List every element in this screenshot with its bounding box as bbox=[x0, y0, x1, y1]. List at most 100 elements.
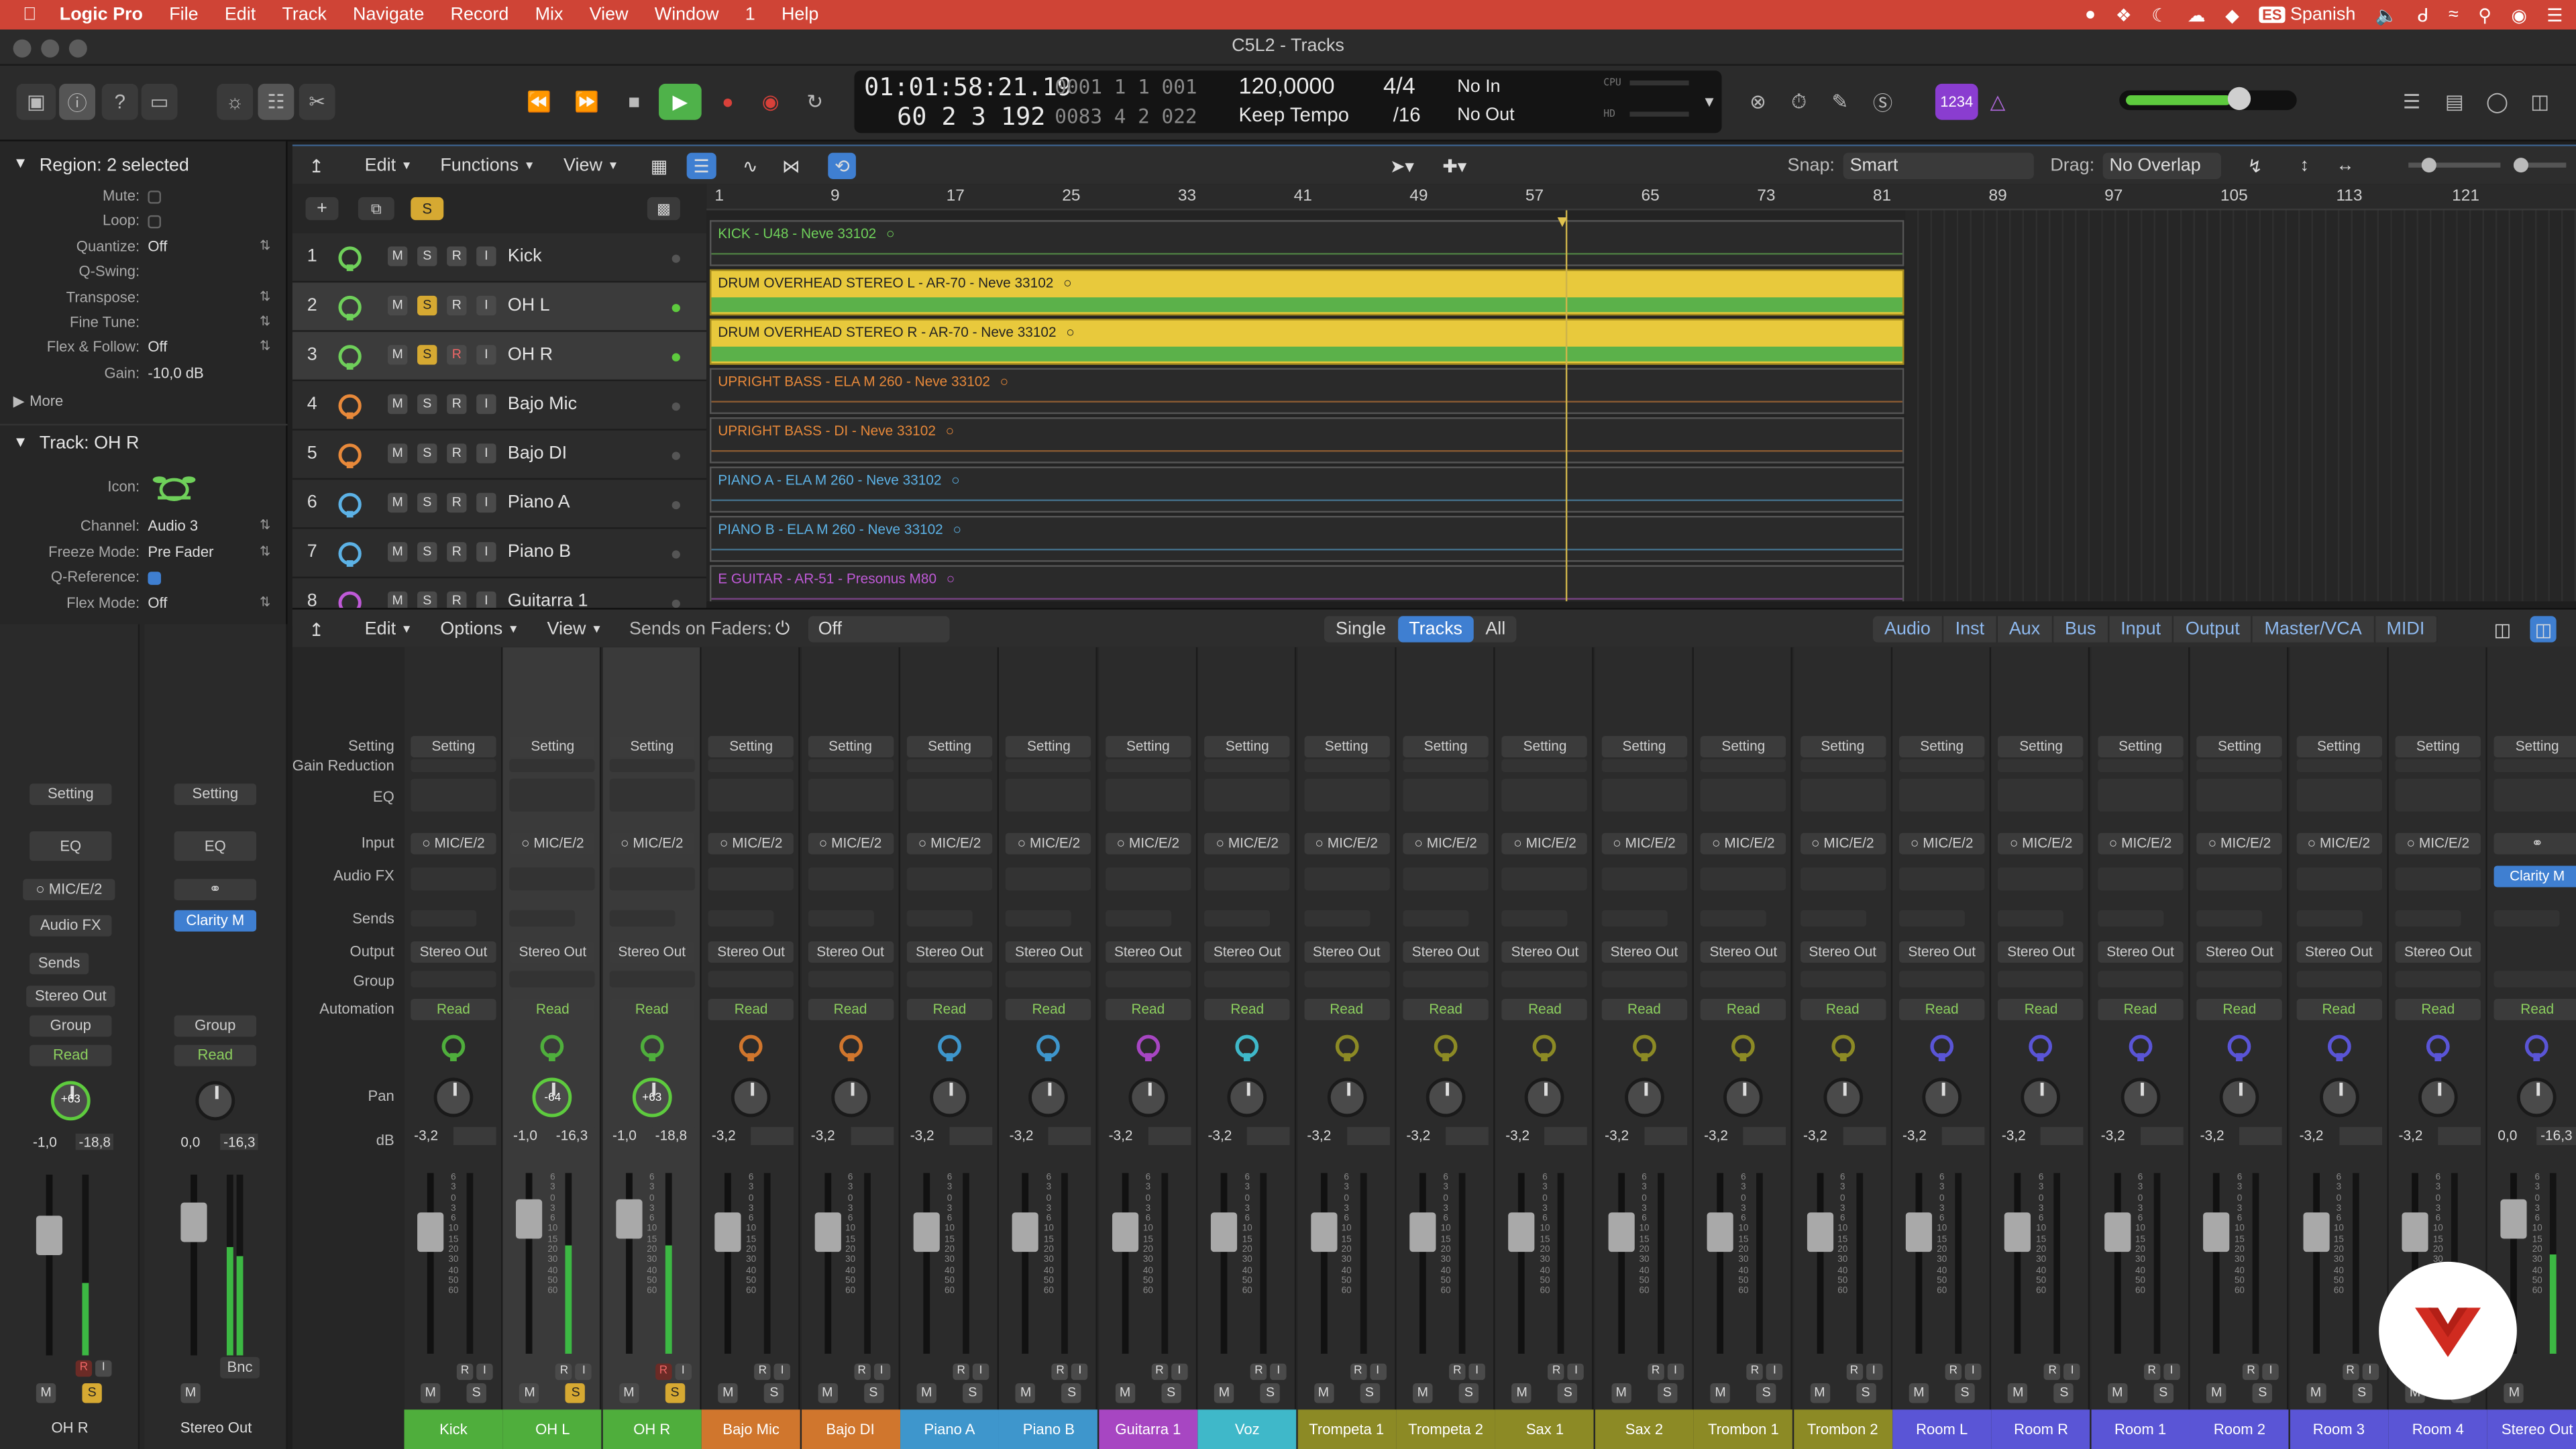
automation-mode[interactable]: Read bbox=[609, 998, 695, 1020]
input-monitor-button[interactable]: I bbox=[476, 246, 496, 266]
mute-button[interactable]: M bbox=[1016, 1383, 1036, 1403]
send-slot[interactable] bbox=[1105, 910, 1171, 927]
solo-button[interactable]: S bbox=[1856, 1383, 1876, 1403]
channel-icon[interactable] bbox=[2025, 1032, 2057, 1062]
input-monitor-button[interactable]: I bbox=[1071, 1363, 1089, 1381]
pan-knob[interactable] bbox=[2318, 1077, 2359, 1118]
input-slot[interactable]: ○ MIC/E/2 bbox=[1303, 833, 1389, 855]
input-monitor-button[interactable]: I bbox=[476, 542, 496, 562]
input-slot[interactable]: ○ MIC/E/2 bbox=[807, 833, 894, 855]
channel-icon[interactable] bbox=[2521, 1032, 2554, 1062]
channel-icon[interactable] bbox=[1330, 1032, 1363, 1062]
channel-name[interactable]: OH L bbox=[503, 1409, 602, 1449]
automation-mode[interactable]: Read bbox=[807, 998, 894, 1020]
group-slot[interactable] bbox=[2296, 971, 2382, 987]
output-slot[interactable]: Stereo Out bbox=[1502, 941, 1588, 963]
automation-mode[interactable]: Read bbox=[2097, 998, 2184, 1020]
record-enable-button[interactable]: R bbox=[447, 345, 467, 365]
eq-display[interactable] bbox=[1303, 778, 1389, 812]
solo-button[interactable]: S bbox=[417, 246, 437, 266]
replace-button[interactable]: ⊗ bbox=[1741, 84, 1774, 120]
mute-button[interactable]: M bbox=[36, 1383, 56, 1403]
volume-value[interactable]: -3,2 bbox=[811, 1127, 835, 1143]
volume-value[interactable]: -3,2 bbox=[1505, 1127, 1529, 1143]
mute-button[interactable]: M bbox=[718, 1383, 739, 1403]
channel-name[interactable]: Trombon 1 bbox=[1694, 1409, 1793, 1449]
group-slot[interactable] bbox=[1204, 971, 1290, 987]
record-enable-button[interactable]: R bbox=[953, 1363, 969, 1381]
channel-icon[interactable] bbox=[2223, 1032, 2256, 1062]
dropbox-icon[interactable]: ❖ bbox=[2116, 4, 2132, 25]
channel-icon[interactable] bbox=[2422, 1032, 2455, 1062]
pan-knob[interactable] bbox=[1326, 1077, 1366, 1118]
volume-fader-track[interactable] bbox=[1617, 1173, 1625, 1354]
notepad-button[interactable]: ▤ bbox=[2438, 84, 2471, 120]
solo-button[interactable]: S bbox=[764, 1383, 784, 1403]
volume-fader-cap[interactable] bbox=[417, 1212, 444, 1252]
solo-button[interactable]: S bbox=[863, 1383, 883, 1403]
horizontal-zoom-slider[interactable] bbox=[2513, 158, 2567, 173]
channel-icon[interactable] bbox=[1727, 1032, 1760, 1062]
record-enable-button[interactable]: R bbox=[555, 1363, 573, 1381]
mute-button[interactable]: M bbox=[387, 295, 408, 316]
output-slot[interactable]: Stereo Out bbox=[1403, 941, 1489, 963]
audio-fx-slot[interactable] bbox=[906, 867, 993, 891]
output-slot[interactable]: Stereo Out bbox=[1601, 941, 1687, 963]
eq-display[interactable] bbox=[1502, 778, 1588, 812]
list-view-icon[interactable]: ☰ bbox=[686, 152, 716, 179]
track-name[interactable]: Kick bbox=[508, 246, 542, 266]
volume-fader-track[interactable] bbox=[1419, 1173, 1426, 1354]
input-monitor-button[interactable]: I bbox=[476, 295, 496, 316]
menu-item-navigate[interactable]: Navigate bbox=[353, 5, 424, 24]
bluetooth-icon[interactable]: ᑯ bbox=[2418, 4, 2429, 25]
channel-icon[interactable] bbox=[834, 1032, 867, 1062]
automation-mode[interactable]: Read bbox=[1998, 998, 2084, 1020]
track-instrument-icon[interactable] bbox=[335, 341, 365, 371]
audio-region[interactable]: KICK - U48 - Neve 33102 ○ bbox=[709, 220, 1904, 266]
setting-button[interactable]: Setting bbox=[807, 736, 894, 757]
input-monitor-button[interactable]: I bbox=[1270, 1363, 1287, 1381]
eq-display[interactable] bbox=[2494, 778, 2576, 812]
volume-fader-cap[interactable] bbox=[814, 1212, 841, 1252]
input-source[interactable]: ES Spanish bbox=[2259, 5, 2355, 25]
setting-button[interactable]: Setting bbox=[609, 736, 695, 757]
mute-button[interactable]: M bbox=[387, 492, 408, 513]
solo-button[interactable]: S bbox=[417, 345, 437, 365]
automation-mode[interactable]: Read bbox=[1204, 998, 1290, 1020]
mixer-filter-output[interactable]: Output bbox=[2174, 616, 2253, 643]
track-param-row[interactable]: Q-Reference: bbox=[0, 568, 288, 593]
volume-fader-cap[interactable] bbox=[1608, 1212, 1635, 1252]
help-button[interactable]: ? bbox=[101, 83, 138, 120]
track-row[interactable]: 1 M S R I Kick bbox=[292, 233, 707, 283]
eq-display[interactable] bbox=[1800, 778, 1886, 812]
mute-button[interactable]: M bbox=[2306, 1383, 2326, 1403]
input-monitor-button[interactable]: I bbox=[972, 1363, 989, 1381]
send-slot[interactable] bbox=[1403, 910, 1469, 927]
region-param-row[interactable]: Gain: -10,0 dB bbox=[0, 364, 288, 389]
pan-knob[interactable] bbox=[1029, 1077, 1069, 1118]
solo-button[interactable]: S bbox=[466, 1383, 486, 1403]
mute-button[interactable]: M bbox=[420, 1383, 441, 1403]
stepper-icon[interactable]: ⇅ bbox=[260, 288, 270, 303]
checkbox[interactable] bbox=[148, 190, 162, 203]
mute-button[interactable]: M bbox=[1710, 1383, 1731, 1403]
input-slot[interactable]: ○ MIC/E/2 bbox=[1601, 833, 1687, 855]
automation-mode[interactable]: Read bbox=[1800, 998, 1886, 1020]
channel-name[interactable]: Room 3 bbox=[2289, 1409, 2388, 1449]
sends-slot[interactable]: Sends bbox=[30, 953, 89, 975]
volume-fader-cap[interactable] bbox=[2203, 1212, 2230, 1252]
setting-button[interactable]: Setting bbox=[2395, 736, 2481, 757]
input-slot[interactable]: ○ MIC/E/2 bbox=[1899, 833, 1985, 855]
volume-fader-track[interactable] bbox=[2312, 1173, 2319, 1354]
track-section-header[interactable]: ▼ Track: OH R bbox=[0, 423, 288, 457]
snap-select[interactable]: Smart bbox=[1843, 152, 2034, 179]
pan-knob[interactable]: -64 bbox=[533, 1077, 573, 1118]
chevron-down-icon[interactable]: ▼ bbox=[1702, 94, 1717, 110]
stop-button[interactable]: ■ bbox=[614, 84, 654, 120]
automation-mode[interactable]: Read bbox=[411, 998, 496, 1020]
param-value[interactable]: -10,0 dB bbox=[148, 364, 203, 380]
track-name[interactable]: Bajo Mic bbox=[508, 394, 577, 414]
pan-knob[interactable] bbox=[2418, 1077, 2458, 1118]
volume-fader-cap[interactable] bbox=[1211, 1212, 1238, 1252]
catch-icon[interactable]: ⟲ bbox=[828, 152, 857, 179]
